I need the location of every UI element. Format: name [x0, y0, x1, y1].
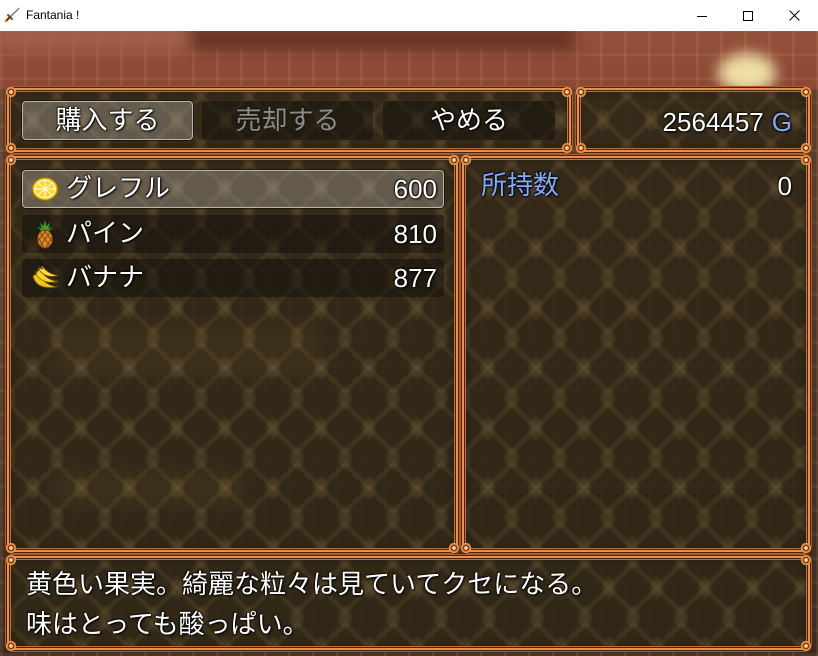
help-window: 黄色い果実。綺麗な粒々は見ていてクセになる。 味はとっても酸っぱい。 [4, 553, 813, 653]
item-name: パイン [66, 219, 145, 249]
item-price: 600 [393, 174, 437, 204]
gold-currency-unit: G [771, 107, 792, 137]
minimize-button[interactable] [679, 0, 725, 31]
command-sell-button[interactable]: 売却する [202, 101, 373, 140]
item-price: 877 [393, 263, 437, 293]
possession-count: 0 [777, 171, 792, 201]
sword-icon [4, 7, 20, 23]
game-screen: 購入する 売却する やめる 2564457 G グレフル 600 パイン 810… [0, 31, 818, 656]
minimize-icon [697, 15, 707, 17]
maximize-button[interactable] [725, 0, 771, 31]
grapefruit-icon [30, 174, 60, 204]
item-name: グレフル [66, 174, 171, 204]
close-button[interactable] [771, 0, 817, 31]
gold-amount: 2564457 [662, 107, 764, 137]
close-icon [788, 10, 800, 21]
map-blur-patch [0, 31, 200, 49]
help-text-line: 味はとっても酸っぱい。 [26, 610, 309, 640]
map-character-blur [718, 53, 776, 93]
item-row[interactable]: パイン 810 [22, 215, 444, 253]
item-name: バナナ [66, 263, 145, 293]
window-title: Fantania ! [26, 8, 80, 22]
possession-label: 所持数 [481, 171, 560, 201]
command-label: 購入する [55, 105, 160, 136]
item-price: 810 [393, 219, 437, 249]
gold-window: 2564457 G [574, 85, 813, 155]
title-bar: Fantania ! [0, 0, 818, 31]
command-buy-button[interactable]: 購入する [22, 101, 193, 140]
gold-display: 2564457 G [663, 102, 792, 142]
item-row[interactable]: バナナ 877 [22, 259, 444, 297]
command-label: 売却する [235, 105, 340, 136]
maximize-icon [743, 10, 753, 21]
possession-row: 所持数 0 [477, 167, 795, 205]
map-blur-patch [190, 31, 575, 51]
banana-icon [30, 263, 60, 293]
help-text-line: 黄色い果実。綺麗な粒々は見ていてクセになる。 [26, 570, 598, 600]
pineapple-icon [30, 219, 60, 249]
item-list-window: グレフル 600 パイン 810 バナナ 877 [4, 153, 461, 555]
command-label: やめる [429, 105, 508, 136]
command-window: 購入する 売却する やめる [4, 85, 574, 155]
item-row[interactable]: グレフル 600 [22, 170, 444, 208]
status-window: 所持数 0 [459, 153, 813, 555]
command-cancel-button[interactable]: やめる [383, 101, 555, 140]
